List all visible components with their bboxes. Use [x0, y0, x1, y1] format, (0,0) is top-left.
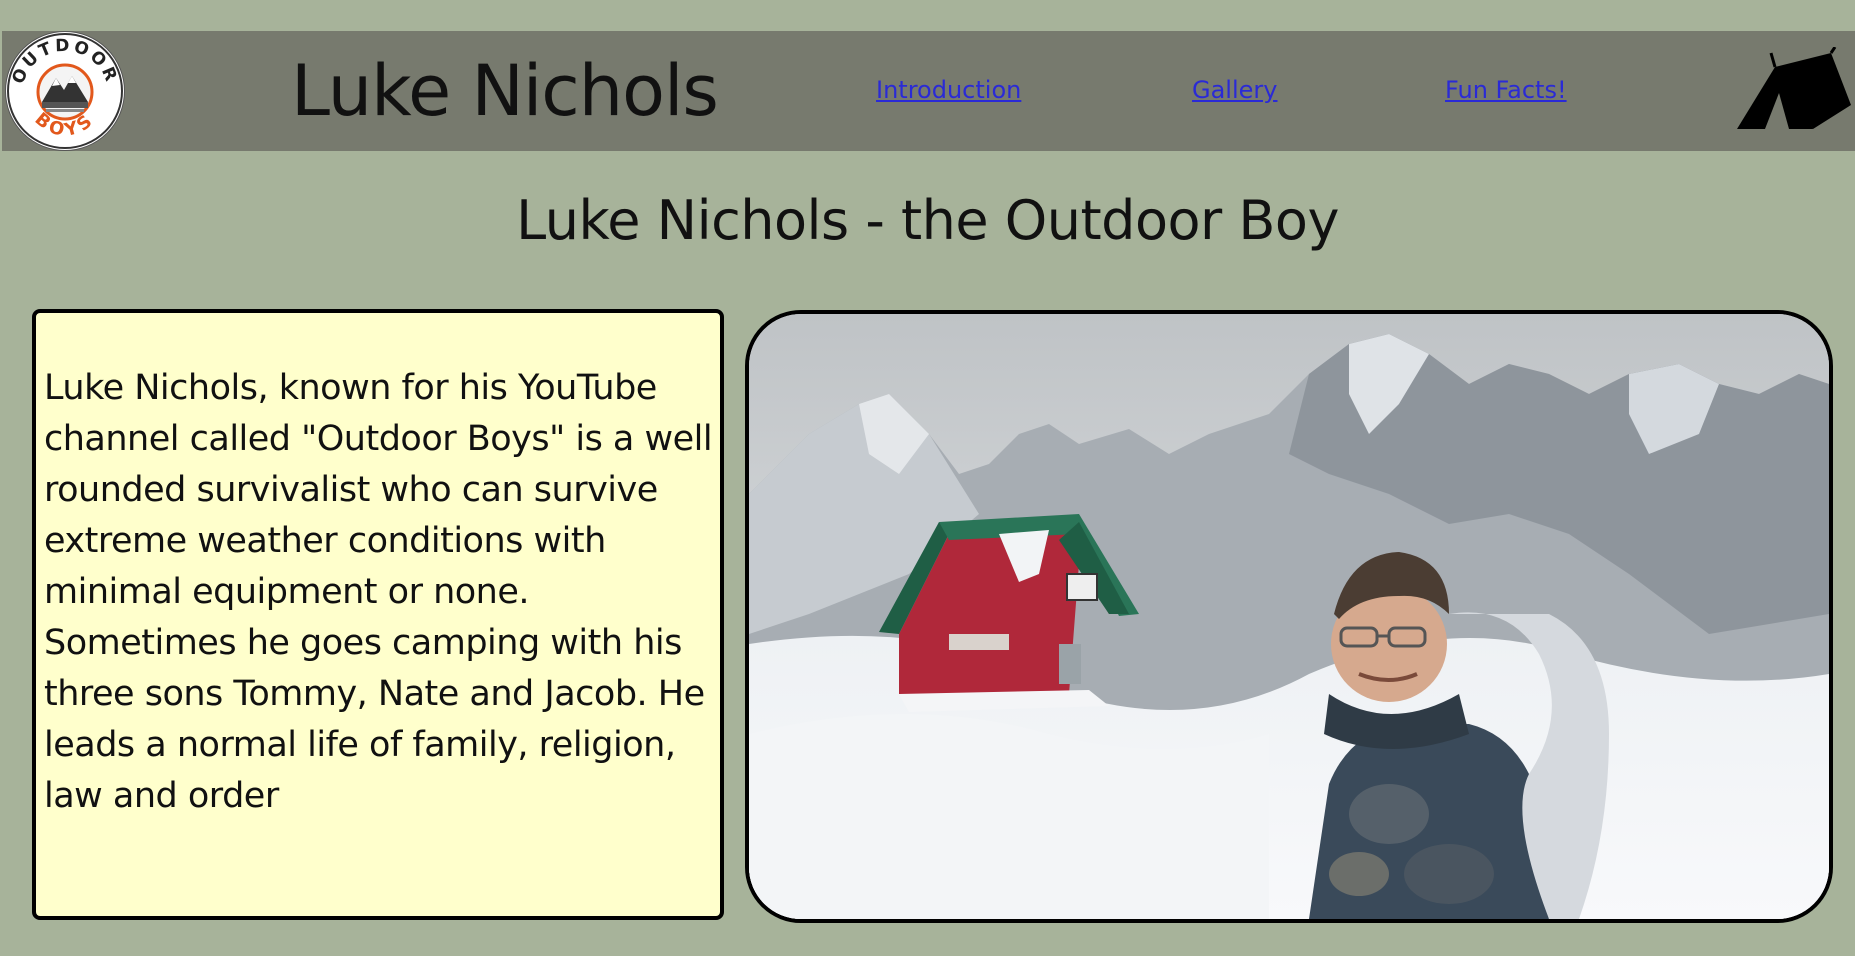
luke-nichols-photo [745, 310, 1833, 923]
nav-gallery-link[interactable]: Gallery [1192, 75, 1277, 105]
intro-text-box: Luke Nichols, known for his YouTube chan… [32, 309, 724, 920]
nav-fun-facts-link[interactable]: Fun Facts! [1445, 75, 1567, 105]
outdoor-boys-logo-icon[interactable]: OUTDOOR BOYS [5, 31, 125, 151]
site-title: Luke Nichols [291, 50, 719, 132]
nav-introduction-link[interactable]: Introduction [876, 75, 1021, 105]
intro-paragraph: Luke Nichols, known for his YouTube chan… [44, 368, 713, 816]
site-header: OUTDOOR BOYS Luke Nichols Introduction G… [2, 31, 1855, 151]
tent-icon [1735, 46, 1853, 131]
page-title: Luke Nichols - the Outdoor Boy [516, 189, 1339, 252]
